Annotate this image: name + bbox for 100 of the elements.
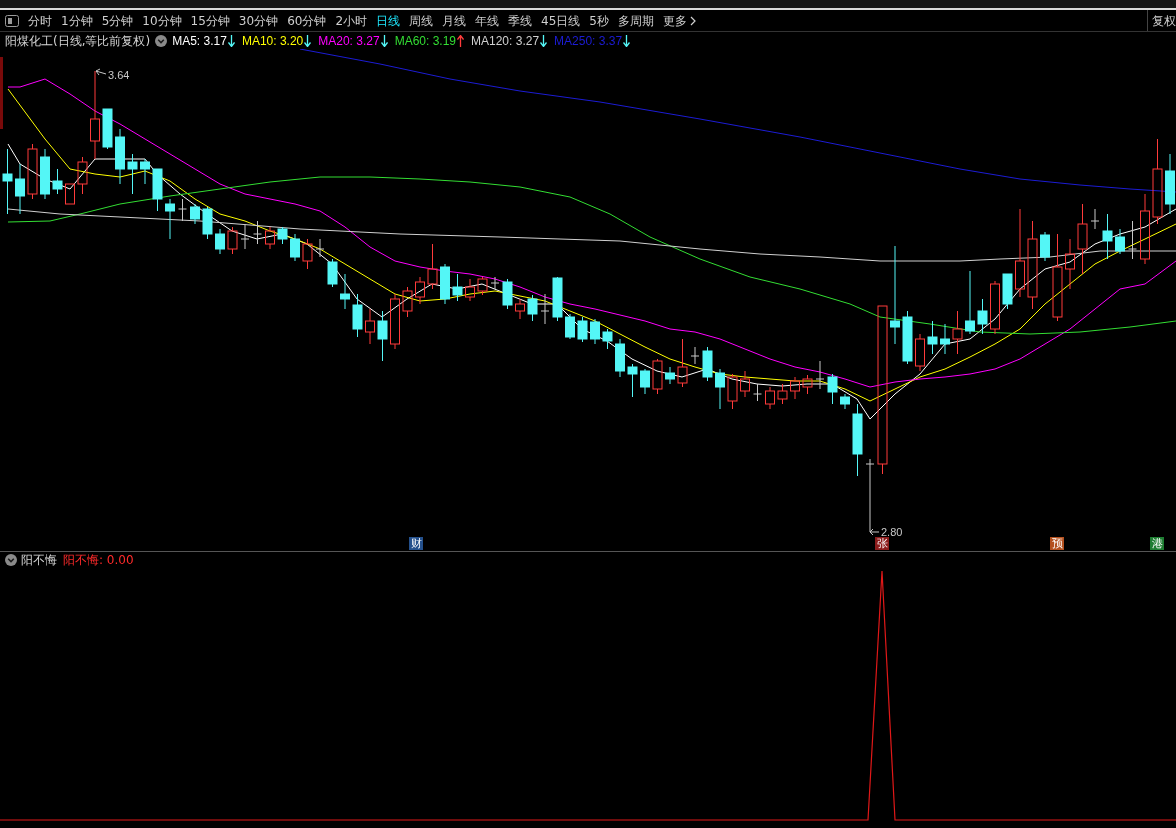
period-tab[interactable]: 10分钟 [142, 14, 182, 27]
doji-candle [1128, 220, 1137, 260]
period-tab[interactable]: 60分钟 [287, 14, 327, 27]
falling-candle [590, 318, 600, 345]
moving-average-label: MA250: 3.37 [554, 32, 623, 50]
period-tab[interactable]: 45日线 [541, 14, 581, 27]
falling-candle [527, 294, 538, 322]
falling-candle [165, 198, 175, 240]
rising-candle [1065, 238, 1075, 290]
event-tag[interactable]: 港 [1150, 537, 1164, 550]
falling-candle [1002, 273, 1013, 310]
falling-candle [52, 168, 63, 195]
period-tab[interactable]: 季线 [508, 14, 533, 27]
falling-candle [127, 153, 138, 195]
period-tab[interactable]: 周线 [409, 14, 434, 27]
moving-average-label: MA120: 3.27 [471, 32, 540, 50]
rising-candle [77, 156, 88, 195]
period-tab[interactable]: 5分钟 [101, 14, 134, 27]
rising-candle [777, 383, 788, 405]
falling-candle [115, 128, 125, 185]
falling-candle [902, 310, 913, 365]
doji-candle [753, 383, 762, 402]
falling-candle [627, 363, 638, 398]
rising-candle [802, 374, 813, 395]
falling-candle [102, 108, 113, 150]
doji-candle [690, 346, 700, 365]
rising-candle [302, 238, 313, 270]
falling-candle [215, 228, 225, 255]
falling-candle [577, 316, 588, 343]
falling-candle [2, 148, 13, 215]
rising-candle [427, 243, 438, 290]
rising-candle [415, 276, 425, 305]
period-tab[interactable]: 月线 [442, 14, 467, 27]
falling-candle [15, 163, 25, 215]
rising-candle [265, 226, 275, 250]
falling-candle [840, 393, 850, 410]
rising-candle [952, 310, 963, 355]
dropdown-icon[interactable] [5, 554, 17, 566]
rising-candle [27, 143, 38, 200]
doji-candle [240, 223, 250, 250]
falling-candle [665, 366, 675, 385]
falling-candle [640, 368, 650, 395]
falling-candle [152, 168, 163, 212]
rising-candle [677, 338, 688, 388]
falling-candle [552, 276, 563, 322]
falling-candle [40, 148, 50, 200]
rising-candle [365, 308, 375, 345]
indicator-name: 阳不悔 [21, 552, 57, 569]
period-tab[interactable]: 5秒 [589, 14, 609, 27]
falling-candle [327, 258, 338, 288]
rising-candle [990, 280, 1000, 335]
rising-candle [227, 226, 238, 255]
doji-candle [253, 220, 262, 245]
period-tab[interactable]: 多周期 [617, 14, 654, 27]
falling-candle [715, 368, 725, 410]
doji-candle [1090, 208, 1100, 230]
falling-candle [565, 313, 575, 340]
moving-average-label: MA5: 3.17 [172, 32, 227, 50]
rising-candle [652, 358, 663, 395]
doji-candle [815, 360, 825, 390]
period-tab[interactable]: 2小时 [335, 14, 368, 27]
falling-candle [602, 328, 613, 350]
falling-candle [1115, 228, 1125, 255]
event-tag[interactable]: 张 [875, 537, 889, 550]
rising-candle [477, 276, 488, 296]
rising-candle [390, 293, 400, 350]
rising-candle [740, 370, 750, 398]
period-tab[interactable]: 分时 [28, 14, 52, 27]
rising-candle [515, 298, 525, 320]
falling-candle [452, 273, 463, 302]
leader-line [95, 68, 107, 76]
period-tab[interactable]: 日线 [376, 14, 401, 27]
falling-candle [1102, 213, 1113, 260]
adjust-button[interactable]: 复权 [1152, 14, 1176, 27]
period-tab[interactable]: 年线 [475, 14, 500, 27]
moving-average-label: MA60: 3.19 [394, 32, 456, 50]
panel-toggle-icon[interactable] [5, 14, 19, 27]
period-tab[interactable]: 30分钟 [238, 14, 279, 27]
doji-candle [490, 276, 500, 290]
falling-candle [140, 158, 150, 185]
event-tag[interactable]: 预 [1050, 537, 1064, 550]
range-marker [0, 57, 3, 129]
doji-candle [178, 198, 187, 222]
rising-candle [465, 278, 475, 302]
doji-candle [315, 238, 325, 258]
falling-candle [615, 338, 625, 378]
rising-candle [915, 333, 925, 372]
period-tab[interactable]: 15分钟 [190, 14, 230, 27]
event-tag[interactable]: 财 [409, 537, 423, 550]
falling-candle [377, 310, 388, 362]
dropdown-icon[interactable] [155, 34, 168, 47]
high-price-label: 3.64 [108, 69, 130, 81]
period-tab[interactable]: 1分钟 [61, 14, 93, 27]
low-price-label: 2.80 [881, 526, 903, 538]
falling-candle [440, 263, 450, 305]
rising-candle [790, 376, 800, 400]
falling-candle [202, 206, 213, 240]
more-button[interactable]: 更多 [662, 14, 696, 27]
moving-average-label: MA10: 3.20 [241, 32, 304, 50]
leader-line [869, 528, 880, 536]
